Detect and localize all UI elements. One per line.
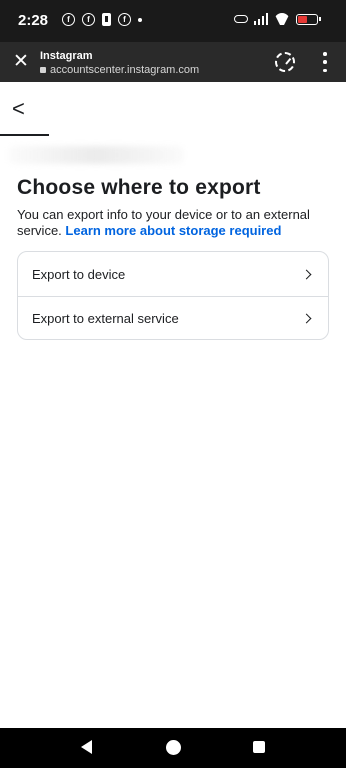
browser-url: accountscenter.instagram.com	[40, 64, 199, 76]
export-options: Export to device Export to external serv…	[17, 251, 329, 340]
option-label: Export to external service	[32, 311, 179, 326]
wifi-icon	[274, 13, 290, 25]
signal-icon	[253, 13, 268, 25]
lock-icon	[40, 67, 46, 73]
facebook-icon: f	[62, 13, 75, 26]
divider	[0, 134, 49, 136]
key-icon	[233, 15, 248, 23]
browser-bar: ✕ Instagram accountscenter.instagram.com	[0, 42, 346, 82]
export-to-external-service-option[interactable]: Export to external service	[18, 296, 328, 339]
dot-icon	[138, 17, 142, 22]
browser-title: Instagram	[40, 50, 93, 62]
recents-square-icon[interactable]	[253, 741, 265, 753]
close-icon[interactable]: ✕	[12, 51, 30, 73]
blurred-text	[8, 146, 184, 164]
battery-saver-icon	[102, 13, 111, 26]
status-bar: 2:28 f f f	[0, 0, 346, 42]
system-icons	[233, 13, 321, 25]
chevron-right-icon	[301, 269, 312, 279]
back-button[interactable]: <	[12, 96, 40, 124]
chevron-left-icon: <	[12, 96, 25, 121]
facebook-icon: f	[118, 13, 131, 26]
chevron-right-icon	[301, 313, 312, 324]
navigation-bar	[0, 728, 346, 768]
description: You can export info to your device or to…	[17, 207, 335, 239]
facebook-icon: f	[82, 13, 95, 26]
notification-icons: f f f	[62, 13, 142, 26]
page-title: Choose where to export	[17, 176, 261, 199]
export-to-device-option[interactable]: Export to device	[18, 252, 328, 296]
battery-icon	[296, 13, 321, 25]
back-triangle-icon[interactable]	[81, 740, 92, 754]
home-circle-icon[interactable]	[166, 740, 181, 755]
speedometer-icon[interactable]	[275, 52, 295, 72]
browser-url-text: accountscenter.instagram.com	[50, 64, 200, 76]
option-label: Export to device	[32, 266, 126, 282]
more-options-icon[interactable]	[320, 52, 330, 72]
status-time: 2:28	[18, 12, 49, 29]
learn-more-link[interactable]: Learn more about storage required	[65, 223, 281, 238]
